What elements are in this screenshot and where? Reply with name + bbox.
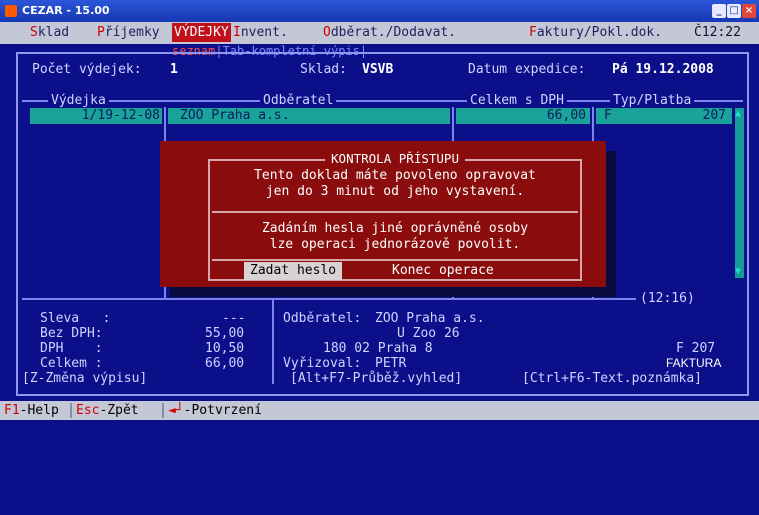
hint-prubezne-vyhledavani[interactable]: [Alt+F7-Průběž.vyhled] bbox=[290, 371, 462, 386]
dialog-separator-1 bbox=[212, 211, 578, 213]
document-number: F 207 bbox=[676, 341, 716, 356]
count-label: Počet výdejek: bbox=[32, 62, 142, 77]
dialog-line-2: jen do 3 minut od jeho vystavení. bbox=[265, 184, 525, 199]
col-header-typ[interactable]: Typ/Platba bbox=[610, 93, 695, 108]
dialog-line-1: Tento doklad máte povoleno opravovat bbox=[254, 168, 536, 183]
bez-dph-value: 55,00 bbox=[205, 326, 245, 341]
dialog-separator-2 bbox=[212, 259, 578, 261]
close-button[interactable]: × bbox=[742, 4, 756, 18]
vyrizoval-value: PETR bbox=[375, 356, 407, 371]
store-value: VSVB bbox=[362, 62, 394, 77]
row-type-cell[interactable]: F 207 bbox=[596, 108, 732, 124]
back-key[interactable]: Esc-Zpět bbox=[76, 401, 139, 420]
celkem-value: 66,00 bbox=[205, 356, 245, 371]
footer-sep-1 bbox=[70, 403, 72, 418]
window-title: CEZAR - 15.00 bbox=[22, 4, 110, 17]
row-doc-cell[interactable]: 1/19-12-08 bbox=[30, 108, 162, 124]
summary-time: (12:16) bbox=[640, 291, 695, 306]
scroll-up-icon[interactable]: ▲ bbox=[735, 108, 741, 119]
hint-zmena-vypisu[interactable]: [Z-Změna výpisu] bbox=[22, 371, 147, 386]
bez-dph-label: Bez DPH: bbox=[40, 326, 103, 341]
col-header-vydejka[interactable]: Výdejka bbox=[48, 93, 109, 108]
store-label: Sklad: bbox=[300, 62, 347, 77]
dialog-line-3: Zadáním hesla jiné oprávněné osoby bbox=[261, 221, 529, 236]
summary-sep bbox=[272, 300, 274, 384]
vyrizoval-label: Vyřizoval: bbox=[283, 356, 362, 371]
customer-street: U Zoo 26 bbox=[397, 326, 460, 341]
footer-sep-2 bbox=[162, 403, 164, 418]
menu-bar: Sklad Příjemky VÝDEJKY Invent. Odběrat./… bbox=[0, 22, 759, 44]
row-customer-cell[interactable]: ZOO Praha a.s. bbox=[168, 108, 450, 124]
window-titlebar: CEZAR - 15.00 _ □ × bbox=[0, 0, 759, 22]
minimize-button[interactable]: _ bbox=[712, 4, 726, 18]
list-scrollbar[interactable] bbox=[735, 108, 744, 278]
row-total-cell[interactable]: 66,00 bbox=[456, 108, 590, 124]
enter-icon: ◄┘ bbox=[168, 403, 184, 418]
menu-odberat[interactable]: Odběrat./Dodavat. bbox=[323, 25, 456, 40]
menu-sklad[interactable]: Sklad bbox=[30, 25, 69, 40]
menu-faktury[interactable]: Faktury/Pokl.dok. bbox=[529, 25, 662, 40]
menu-invent[interactable]: Invent. bbox=[233, 25, 288, 40]
dph-label: DPH : bbox=[40, 341, 103, 356]
col-header-celkem[interactable]: Celkem s DPH bbox=[467, 93, 567, 108]
scroll-down-icon[interactable]: ▼ bbox=[735, 266, 741, 277]
clock: Č12:22 bbox=[694, 25, 741, 40]
end-operation-button[interactable]: Konec operace bbox=[386, 262, 500, 280]
menu-prijemky[interactable]: Příjemky bbox=[97, 25, 160, 40]
dialog-line-4: lze operaci jednorázově povolit. bbox=[269, 237, 521, 252]
customer-label: Odběratel: bbox=[283, 311, 362, 326]
enter-password-button[interactable]: Zadat heslo bbox=[244, 262, 343, 280]
sleva-value: --- bbox=[222, 311, 246, 326]
restore-button[interactable]: □ bbox=[727, 4, 741, 18]
customer-name: ZOO Praha a.s. bbox=[375, 311, 485, 326]
summary-line bbox=[22, 298, 636, 300]
dialog-title: KONTROLA PŘÍSTUPU bbox=[325, 151, 465, 166]
date-value: Pá 19.12.2008 bbox=[612, 62, 714, 77]
customer-city: 180 02 Praha 8 bbox=[323, 341, 433, 356]
celkem-label: Celkem : bbox=[40, 356, 103, 371]
help-key[interactable]: F1-Help bbox=[4, 401, 59, 420]
app-icon bbox=[5, 5, 17, 17]
date-label: Datum expedice: bbox=[468, 62, 586, 77]
count-value: 1 bbox=[170, 62, 178, 77]
col-header-odberatel[interactable]: Odběratel bbox=[260, 93, 337, 108]
confirm-key[interactable]: ◄┘-Potvrzení bbox=[168, 401, 262, 420]
menu-vydejky[interactable]: VÝDEJKY bbox=[172, 23, 231, 42]
sleva-label: Sleva : bbox=[40, 311, 111, 326]
status-bar: F1-Help Esc-Zpět ◄┘-Potvrzení bbox=[0, 401, 759, 420]
hint-text-poznamka[interactable]: [Ctrl+F6-Text.poznámka] bbox=[522, 371, 702, 386]
document-type: FAKTURA bbox=[666, 356, 722, 370]
dph-value: 10,50 bbox=[205, 341, 245, 356]
access-control-dialog: KONTROLA PŘÍSTUPU Tento doklad máte povo… bbox=[160, 141, 606, 287]
